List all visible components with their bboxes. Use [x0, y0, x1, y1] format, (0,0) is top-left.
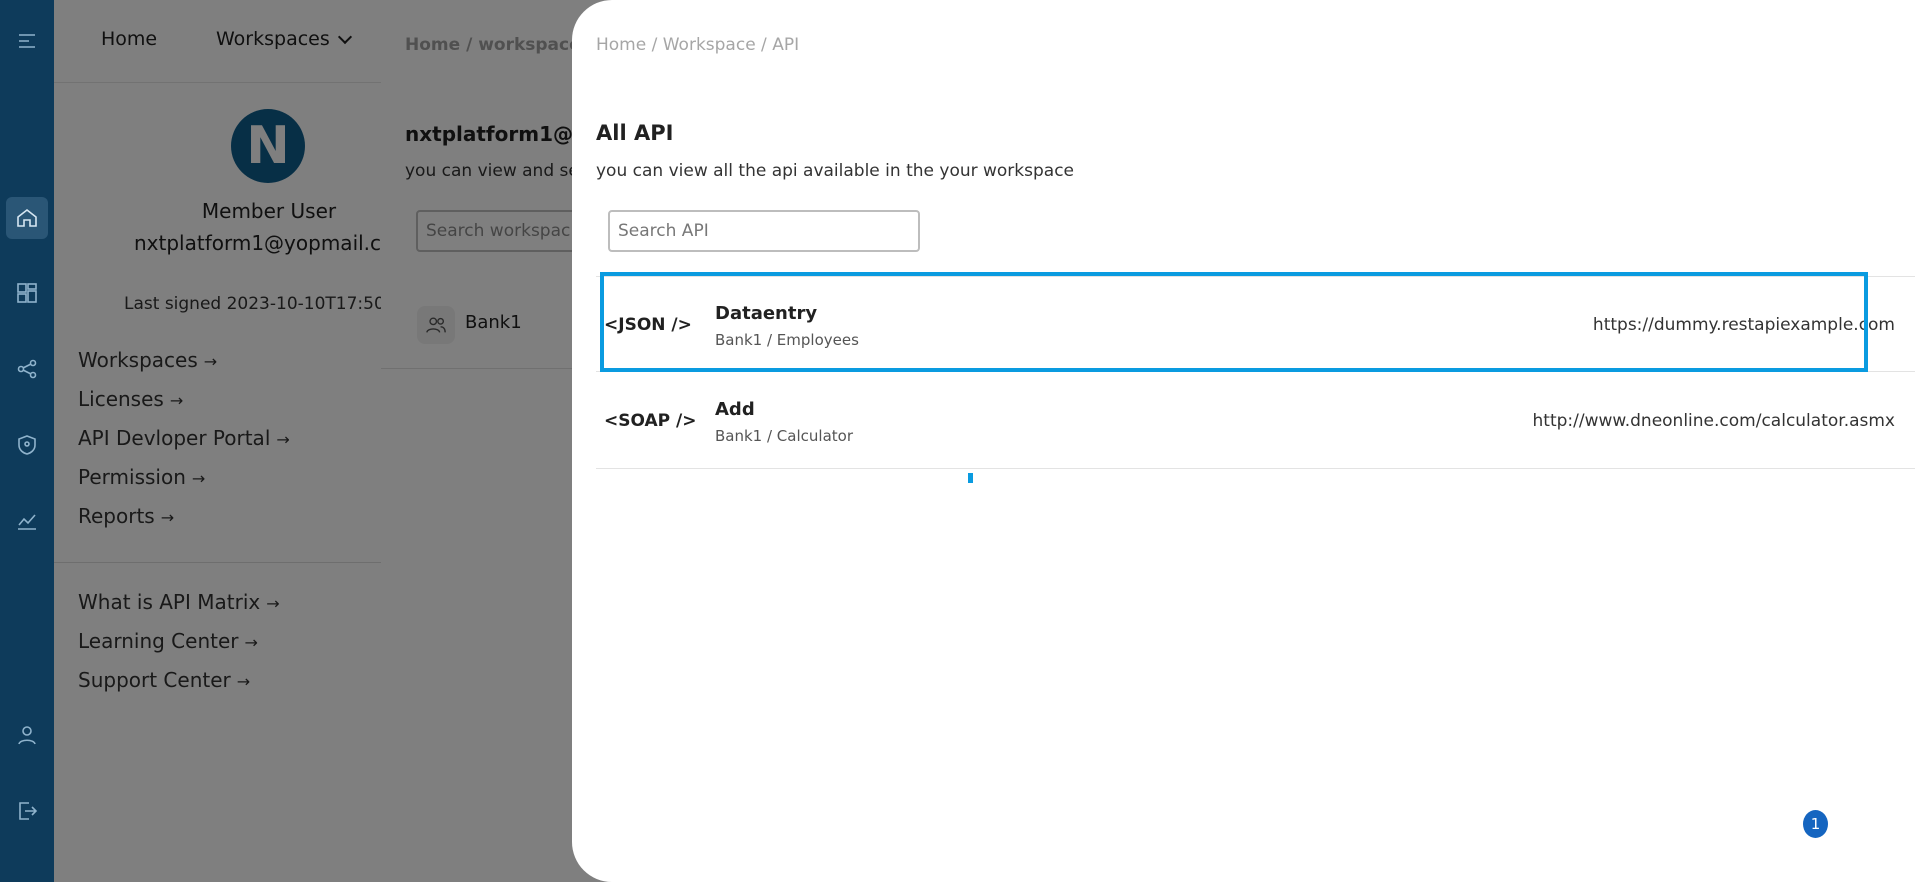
analytics-icon[interactable] [6, 500, 48, 542]
search-api-input[interactable] [608, 210, 920, 252]
share-icon[interactable] [6, 348, 48, 390]
dashboard-icon[interactable] [6, 272, 48, 314]
api-name: Add [715, 399, 755, 420]
api-type-badge: <SOAP /> [604, 411, 697, 431]
api-row[interactable]: <SOAP /> Add Bank1 / Calculator http://w… [596, 373, 1915, 469]
logout-icon[interactable] [6, 790, 48, 832]
pagination-page-button[interactable]: 1 [1803, 810, 1828, 838]
user-icon[interactable] [6, 714, 48, 756]
cursor-marker [968, 473, 973, 483]
api-row[interactable]: <JSON /> Dataentry Bank1 / Employees htt… [596, 276, 1915, 372]
page-description: you can view all the api available in th… [596, 161, 1075, 181]
shield-icon[interactable] [6, 424, 48, 466]
api-path: Bank1 / Calculator [715, 427, 853, 445]
page-title: All API [596, 121, 674, 145]
api-panel: Home / Workspace / API All API you can v… [572, 0, 1915, 882]
api-name: Dataentry [715, 303, 818, 324]
api-url: https://dummy.restapiexample.com [1592, 315, 1895, 335]
api-url: http://www.dneonline.com/calculator.asmx [1532, 411, 1896, 431]
menu-icon[interactable] [6, 20, 48, 62]
api-path: Bank1 / Employees [715, 331, 859, 349]
api-type-badge: <JSON /> [604, 315, 692, 335]
home-icon[interactable] [6, 197, 48, 239]
breadcrumb[interactable]: Home / Workspace / API [596, 35, 799, 55]
left-rail [0, 0, 54, 882]
